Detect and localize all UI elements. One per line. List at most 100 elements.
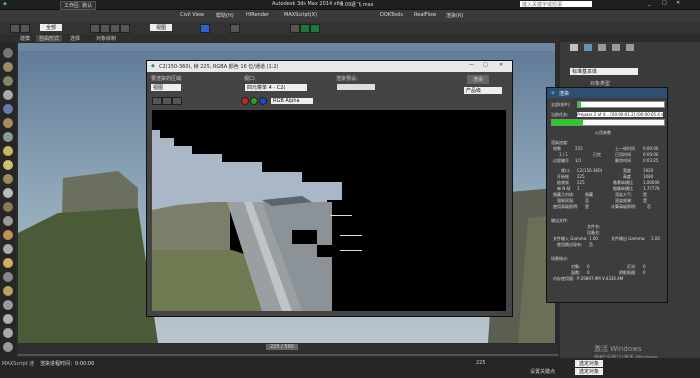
status-bar: MAXScript 迷 渲染进程时间：0:00:00 225 选定对象 设置关键… (0, 358, 700, 378)
hierarchy-tab-icon[interactable] (598, 44, 606, 51)
undo-icon[interactable] (10, 24, 20, 33)
display-tab-icon[interactable] (626, 44, 634, 51)
scene-stats-header: 场景统计: (551, 256, 569, 261)
tool-icon[interactable] (3, 342, 13, 352)
close-icon[interactable]: ✕ (676, 0, 680, 6)
frame-buffer-title: C2(150-360), 帧 225, RGBA 颜色 16 位/通道 (1:2… (159, 64, 279, 70)
end-frame-value: 225 (577, 180, 585, 185)
tool-icon[interactable] (3, 328, 13, 338)
material-editor-icon[interactable] (290, 24, 300, 33)
tool-icon[interactable] (3, 62, 13, 72)
task-progress-fill (552, 120, 584, 125)
area-dropdown[interactable]: 视图 (151, 84, 181, 91)
output-gamma-label: 文件输出 Gamma: (611, 236, 646, 241)
preset-dropdown[interactable] (337, 84, 375, 90)
redo-icon[interactable] (20, 24, 30, 33)
object-category-dropdown[interactable]: 标准基本体 (570, 68, 638, 75)
tool-icon[interactable] (3, 314, 13, 324)
blue-channel-icon[interactable] (259, 97, 267, 105)
shadow-maps-value: 0 (643, 270, 646, 275)
menu-realflow[interactable]: RealFlow (414, 12, 436, 18)
minimize-icon[interactable]: — (469, 62, 474, 68)
tool-icon[interactable] (3, 48, 13, 58)
menu-civil-view[interactable]: Civil View (180, 12, 204, 18)
tab-object-paint[interactable]: 对象绘制 (96, 35, 116, 42)
file-name: 9.09逐飞.max (340, 2, 374, 8)
app-title: Autodesk 3ds Max 2014 x64 (272, 1, 344, 7)
selected-objects-dropdown[interactable]: 选定对象 (575, 368, 604, 375)
tool-icon[interactable] (3, 216, 13, 226)
maxscript-listener[interactable]: MAXScript 迷 (2, 360, 34, 367)
tool-icon[interactable] (3, 188, 13, 198)
tool-icon[interactable] (3, 272, 13, 282)
clone-icon[interactable] (172, 97, 182, 105)
tool-icon[interactable] (3, 146, 13, 156)
tab-selection[interactable]: 选择 (70, 35, 80, 42)
key-filter-dropdown[interactable]: 选定对象 (575, 360, 604, 367)
skip-value: 否 (589, 242, 593, 247)
common-params-header: 公用参数 (595, 130, 611, 135)
render-icon[interactable] (310, 24, 320, 33)
rotate-icon[interactable] (110, 24, 120, 33)
overall-progress-fill (578, 102, 582, 107)
scale-icon[interactable] (120, 24, 130, 33)
app-logo-icon[interactable]: ◆ (3, 1, 7, 7)
channel-dropdown[interactable]: RGB Alpha (271, 98, 313, 104)
timeline[interactable]: 225 / 500 (18, 344, 558, 356)
render-setup-icon[interactable] (300, 24, 310, 33)
frame-buffer-title-bar: ◆ C2(150-360), 帧 225, RGBA 颜色 16 位/通道 (1… (147, 61, 512, 72)
tool-icon[interactable] (3, 300, 13, 310)
frame-field[interactable]: 225 (476, 360, 486, 366)
maximize-icon[interactable]: □ (483, 62, 488, 68)
tool-icon[interactable] (3, 230, 13, 240)
tab-freeform[interactable]: 自由形式 (36, 35, 63, 42)
search-input[interactable]: 键入关键字或短语 (520, 1, 592, 8)
tool-icon[interactable] (3, 160, 13, 170)
ref-coord-dropdown[interactable]: 视图 (150, 24, 173, 31)
viewport-dropdown[interactable]: 四元菜单 4 - C2( (245, 84, 307, 91)
menu-help[interactable]: 帮助(H) (216, 12, 234, 19)
start-frame-value: 225 (577, 174, 585, 179)
motion-tab-icon[interactable] (612, 44, 620, 51)
frame-buffer-controls: 要渲染的区域: 视口: 渲染预设: 视图 四元菜单 4 - C2( 渲染 产品级… (147, 72, 512, 108)
tool-icon[interactable] (3, 244, 13, 254)
tool-icon[interactable] (3, 258, 13, 268)
selection-filter-dropdown[interactable]: 全部 (40, 24, 63, 31)
move-icon[interactable] (100, 24, 110, 33)
frame-num-value: 225 (575, 146, 583, 151)
render-button[interactable]: 渲染 (467, 75, 490, 84)
tool-icon[interactable] (3, 104, 13, 114)
menu-hirender[interactable]: HIRender (246, 12, 269, 18)
tool-icon[interactable] (3, 174, 13, 184)
tool-icon[interactable] (3, 76, 13, 86)
menu-render[interactable]: 渲染(R) (446, 12, 463, 19)
tab-modeling[interactable]: 建模 (20, 35, 30, 42)
render-image (152, 110, 506, 311)
menu-maxscript[interactable]: MAXScript(X) (284, 12, 317, 18)
copy-image-icon[interactable] (162, 97, 172, 105)
tool-icon[interactable] (3, 132, 13, 142)
snap-icon[interactable] (200, 24, 210, 33)
create-tab-icon[interactable] (570, 44, 578, 51)
mirror-icon[interactable] (230, 24, 240, 33)
save-image-icon[interactable] (152, 97, 162, 105)
render-canvas[interactable] (152, 110, 506, 311)
current-task-value: Prepass 2 of 4... [00:00:01.2] [00:00:05… (577, 112, 663, 117)
minimize-icon[interactable]: _ (648, 0, 651, 6)
render-icon: ◆ (551, 90, 555, 96)
red-channel-icon[interactable] (241, 97, 249, 105)
tool-icon[interactable] (3, 118, 13, 128)
maximize-icon[interactable]: □ (662, 0, 667, 6)
close-icon[interactable]: ✕ (499, 62, 503, 68)
modify-tab-icon[interactable] (584, 44, 592, 51)
green-channel-icon[interactable] (250, 97, 258, 105)
menu-doktools[interactable]: DOKTools (380, 12, 403, 18)
tool-icon[interactable] (3, 286, 13, 296)
product-dropdown[interactable]: 产品级 (464, 87, 502, 94)
tool-icon[interactable] (3, 202, 13, 212)
select-icon[interactable] (90, 24, 100, 33)
render-progress-title-bar: 渲染 ◆ (547, 88, 667, 98)
object-type-header: 对象类型 (590, 81, 611, 87)
workspace-dropdown[interactable]: 工作区: 默认 (60, 1, 97, 10)
tool-icon[interactable] (3, 90, 13, 100)
